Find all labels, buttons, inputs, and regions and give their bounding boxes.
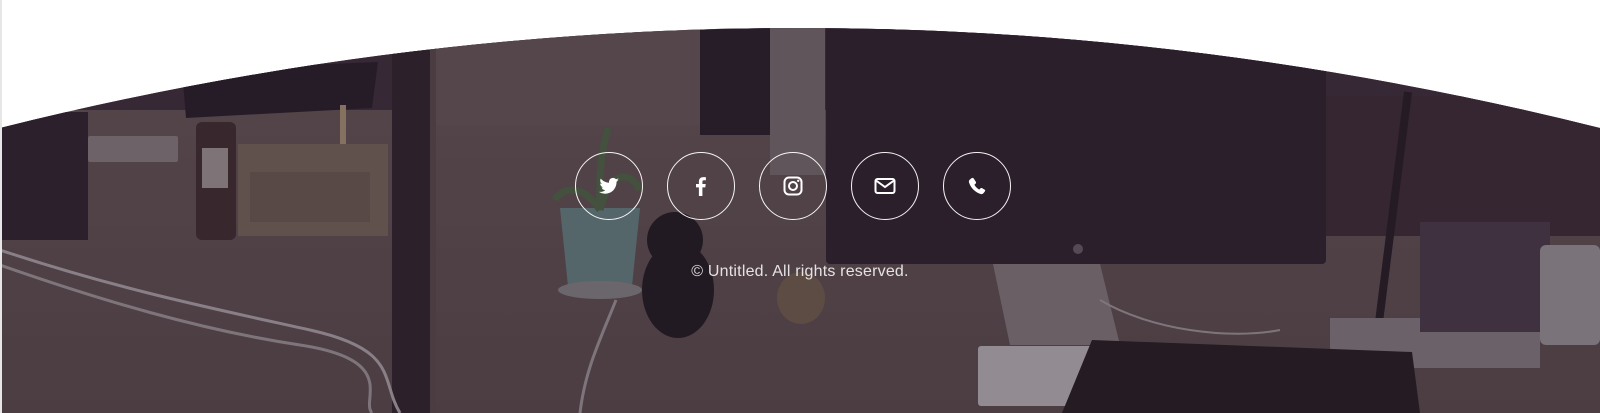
facebook-icon: [696, 177, 706, 196]
email-button[interactable]: [851, 152, 919, 220]
left-edge-border: [0, 0, 2, 413]
facebook-button[interactable]: [667, 152, 735, 220]
twitter-button[interactable]: [575, 152, 643, 220]
social-links: [575, 152, 1011, 220]
instagram-button[interactable]: [759, 152, 827, 220]
instagram-icon: [783, 176, 803, 196]
phone-icon: [968, 177, 986, 195]
page: © Untitled. All rights reserved.: [0, 0, 1600, 413]
phone-button[interactable]: [943, 152, 1011, 220]
envelope-icon: [874, 178, 896, 194]
twitter-icon: [599, 177, 619, 194]
copyright-text: © Untitled. All rights reserved.: [691, 263, 909, 280]
